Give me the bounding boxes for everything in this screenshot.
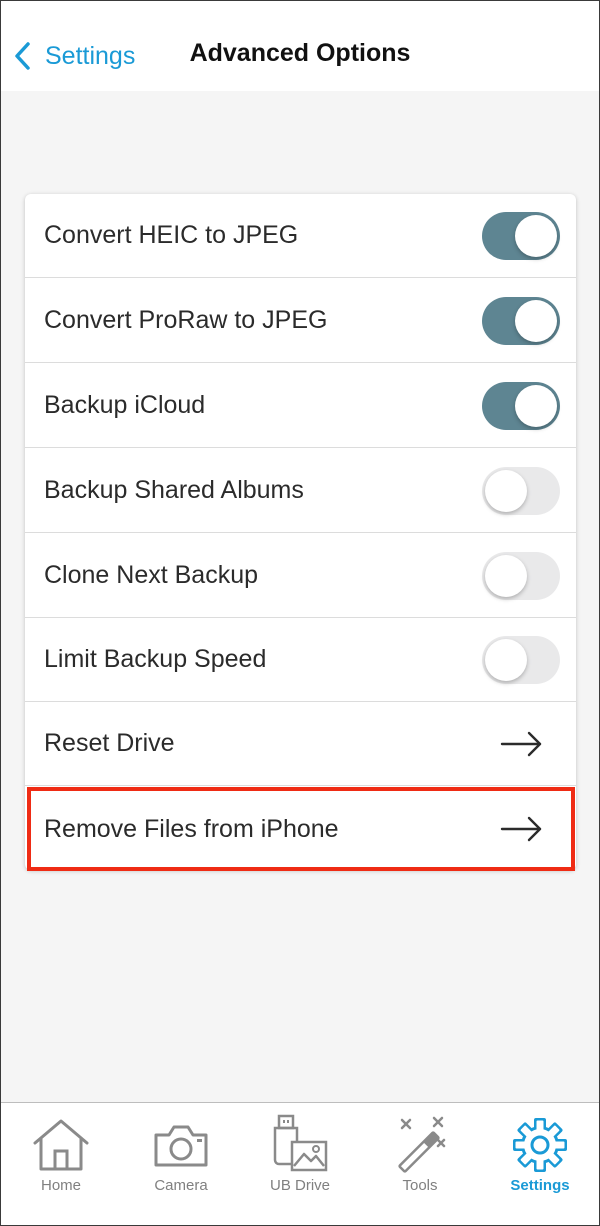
clone-next-backup-toggle[interactable] <box>482 552 560 600</box>
home-icon <box>1 1113 121 1177</box>
tab-settings[interactable]: Settings <box>480 1103 599 1225</box>
option-label: Reset Drive <box>44 729 175 757</box>
gear-icon <box>480 1113 599 1177</box>
nav-header: Settings Advanced Options <box>1 1 599 91</box>
option-row-convert-heic: Convert HEIC to JPEG <box>25 194 576 278</box>
tab-camera[interactable]: Camera <box>121 1103 241 1225</box>
convert-heic-toggle[interactable] <box>482 212 560 260</box>
tab-home[interactable]: Home <box>1 1103 121 1225</box>
ub-drive-icon <box>240 1113 360 1177</box>
advanced-options-screen: Settings Advanced Options Convert HEIC t… <box>0 0 600 1226</box>
tab-bar: Home Camera UB Drive Tools Settings <box>1 1102 599 1225</box>
camera-icon <box>121 1113 241 1177</box>
option-row-reset-drive[interactable]: Reset Drive <box>25 702 576 786</box>
arrow-right-icon[interactable] <box>500 730 544 763</box>
option-row-convert-proraw: Convert ProRaw to JPEG <box>25 279 576 363</box>
option-row-clone-next-backup: Clone Next Backup <box>25 534 576 618</box>
tab-label: UB Drive <box>269 1177 330 1194</box>
option-row-backup-icloud: Backup iCloud <box>25 364 576 448</box>
tab-ub-drive[interactable]: UB Drive <box>240 1103 360 1225</box>
backup-icloud-toggle[interactable] <box>482 382 560 430</box>
backup-shared-albums-toggle[interactable] <box>482 467 560 515</box>
option-row-limit-backup-speed: Limit Backup Speed <box>25 618 576 702</box>
convert-proraw-toggle[interactable] <box>482 297 560 345</box>
toggle-knob <box>515 300 557 342</box>
magic-wand-icon <box>360 1113 480 1177</box>
tab-label: Camera <box>154 1177 208 1194</box>
option-row-backup-shared-albums: Backup Shared Albums <box>25 449 576 533</box>
page-title: Advanced Options <box>189 39 411 67</box>
tab-label: Tools <box>402 1177 438 1194</box>
options-card: Convert HEIC to JPEG Convert ProRaw to J… <box>25 194 576 870</box>
toggle-knob <box>485 470 527 512</box>
toggle-knob <box>485 639 527 681</box>
tab-tools[interactable]: Tools <box>360 1103 480 1225</box>
highlight-box <box>27 787 575 871</box>
tab-label: Settings <box>510 1177 570 1194</box>
toggle-knob <box>515 385 557 427</box>
toggle-knob <box>485 555 527 597</box>
toggle-knob <box>515 215 557 257</box>
limit-backup-speed-toggle[interactable] <box>482 636 560 684</box>
tab-label: Home <box>40 1177 81 1194</box>
